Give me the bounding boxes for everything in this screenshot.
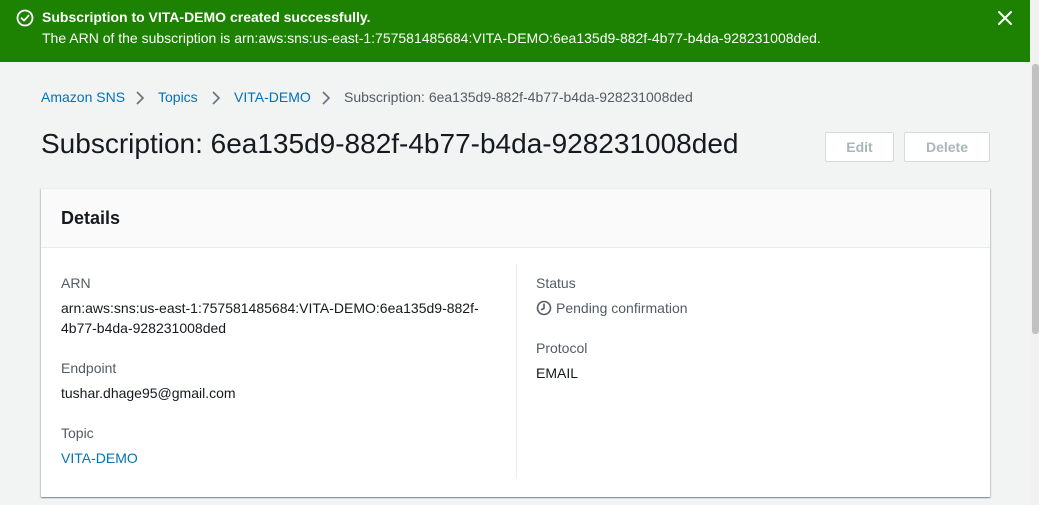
protocol-label: Protocol — [536, 340, 588, 356]
flash-title: Subscription to VITA-DEMO created succes… — [42, 9, 371, 25]
page-title: Subscription: 6ea135d9-882f-4b77-b4da-92… — [41, 128, 739, 159]
arn-value-line1: arn:aws:sns:us-east-1:757581485684:VITA-… — [61, 300, 479, 316]
close-icon[interactable] — [995, 8, 1015, 28]
details-panel: Details ARN arn:aws:sns:us-east-1:757581… — [41, 188, 990, 497]
arn-value-line2: 4b77-b4da-928231008ded — [61, 320, 227, 336]
chevron-right-icon — [136, 91, 145, 105]
breadcrumb-vita-demo[interactable]: VITA-DEMO — [234, 89, 311, 105]
arn-label: ARN — [61, 275, 91, 291]
check-circle-icon — [16, 9, 34, 27]
delete-button[interactable]: Delete — [904, 132, 990, 162]
details-title: Details — [61, 208, 121, 228]
status-label: Status — [536, 275, 576, 291]
success-flashbar: Subscription to VITA-DEMO created succes… — [0, 0, 1030, 62]
arn-value: arn:aws:sns:us-east-1:757581485684:VITA-… — [61, 298, 491, 338]
chevron-right-icon — [212, 91, 221, 105]
scrollbar-thumb[interactable] — [1032, 64, 1039, 334]
breadcrumb-amazon-sns[interactable]: Amazon SNS — [41, 89, 125, 105]
column-divider — [516, 264, 517, 479]
topic-link[interactable]: VITA-DEMO — [61, 450, 138, 466]
clock-icon — [536, 300, 552, 316]
chevron-right-icon — [322, 91, 331, 105]
protocol-value: EMAIL — [536, 365, 579, 381]
edit-button[interactable]: Edit — [825, 132, 894, 162]
status-value: Pending confirmation — [556, 300, 688, 316]
endpoint-label: Endpoint — [61, 360, 117, 376]
breadcrumb-topics[interactable]: Topics — [158, 89, 198, 105]
breadcrumb-current: Subscription: 6ea135d9-882f-4b77-b4da-92… — [344, 89, 693, 105]
topic-label: Topic — [61, 425, 94, 441]
endpoint-value: tushar.dhage95@gmail.com — [61, 385, 236, 401]
details-header: Details — [41, 189, 990, 248]
flash-message: The ARN of the subscription is arn:aws:s… — [42, 30, 821, 46]
